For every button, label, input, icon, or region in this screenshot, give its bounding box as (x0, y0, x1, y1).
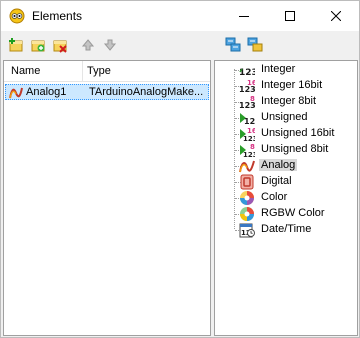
analog-icon (239, 160, 255, 173)
title-bar[interactable]: Elements (1, 1, 359, 31)
column-header-type[interactable]: Type (87, 65, 111, 77)
palette-item-color[interactable]: Color (215, 190, 357, 206)
color-icon (240, 191, 254, 205)
analog-icon (9, 87, 23, 99)
palette-item-analog[interactable]: Analog (215, 158, 357, 174)
column-header-name[interactable]: Name (11, 65, 40, 77)
add-button[interactable] (5, 34, 27, 56)
palette-item-label: Unsigned 8bit (261, 143, 329, 155)
add-icon (9, 38, 23, 52)
window-body: Name Type Analog1 TArduinoAnalogMake... (1, 31, 359, 337)
collapse-icon (247, 37, 263, 52)
svg-text:123: 123 (243, 151, 255, 158)
window-title: Elements (32, 9, 83, 23)
palette-toolbar (222, 34, 266, 56)
move-up-button[interactable] (77, 34, 99, 56)
svg-text:123: 123 (243, 135, 255, 142)
svg-text:8: 8 (250, 143, 255, 151)
svg-text:16: 16 (247, 127, 255, 135)
delete-button[interactable] (49, 34, 71, 56)
palette-item-label: Integer 8bit (261, 95, 317, 107)
datetime-icon: 12 (239, 223, 255, 238)
palette-item-unsigned-8bit[interactable]: 123 8 Unsigned 8bit (215, 142, 357, 158)
close-button[interactable] (313, 1, 359, 31)
move-down-icon (103, 39, 117, 51)
row-type: TArduinoAnalogMake... (89, 86, 204, 98)
app-icon (9, 8, 25, 24)
palette-item-label: Date/Time (261, 223, 312, 235)
table-row[interactable]: Analog1 TArduinoAnalogMake... (5, 84, 209, 100)
unsigned-icon: 123 (240, 113, 255, 126)
unsigned8-icon: 123 8 (240, 143, 255, 158)
integer16-icon: 123 16 (239, 79, 255, 94)
maximize-button[interactable] (267, 1, 313, 31)
palette-item-label: Analog (259, 159, 298, 171)
rgbw-color-icon (240, 207, 254, 221)
expand-button[interactable] (222, 34, 244, 56)
element-list[interactable]: Name Type Analog1 TArduinoAnalogMake... (3, 60, 211, 336)
add-alt-icon (31, 40, 45, 52)
move-up-icon (81, 39, 95, 51)
move-down-button[interactable] (99, 34, 121, 56)
list-toolbar (5, 34, 121, 56)
palette-item-label: Integer 16bit (261, 79, 323, 91)
add-alt-button[interactable] (27, 34, 49, 56)
palette-item-label: Unsigned 16bit (261, 127, 335, 139)
palette-item-label: Color (261, 191, 288, 203)
palette-item-integer[interactable]: 123 Integer (215, 62, 357, 78)
close-icon (331, 11, 341, 21)
palette-item-integer-16bit[interactable]: 123 16 Integer 16bit (215, 78, 357, 94)
svg-text:16: 16 (247, 79, 255, 87)
delete-icon (53, 40, 67, 53)
palette-item-label: RGBW Color (261, 207, 325, 219)
palette-item-rgbw-color[interactable]: RGBW Color (215, 206, 357, 222)
row-name: Analog1 (26, 86, 67, 98)
palette-item-label: Integer (261, 63, 296, 75)
element-palette[interactable]: 123 Integer 123 16 Integer 16bit 123 8 I… (214, 60, 358, 336)
minimize-button[interactable] (221, 1, 267, 31)
palette-item-label: Unsigned (261, 111, 308, 123)
unsigned16-icon: 123 16 (240, 127, 255, 142)
integer8-icon: 123 8 (239, 95, 255, 110)
svg-text:123: 123 (244, 117, 255, 126)
palette-item-integer-8bit[interactable]: 123 8 Integer 8bit (215, 94, 357, 110)
collapse-button[interactable] (244, 34, 266, 56)
palette-item-label: Digital (261, 175, 292, 187)
list-header: Name Type (4, 61, 210, 82)
minimize-icon (239, 16, 249, 17)
integer-icon: 123 (239, 68, 255, 78)
column-divider[interactable] (82, 61, 83, 81)
palette-item-unsigned[interactable]: 123 Unsigned (215, 110, 357, 126)
digital-icon (240, 174, 254, 190)
elements-window: Elements Name Type Analog1 TArduinoAnalo… (0, 0, 360, 338)
expand-icon (225, 37, 241, 52)
svg-text:8: 8 (250, 95, 255, 103)
palette-item-datetime[interactable]: 12 Date/Time (215, 222, 357, 238)
palette-item-unsigned-16bit[interactable]: 123 16 Unsigned 16bit (215, 126, 357, 142)
palette-item-digital[interactable]: Digital (215, 174, 357, 190)
maximize-icon (285, 11, 295, 21)
